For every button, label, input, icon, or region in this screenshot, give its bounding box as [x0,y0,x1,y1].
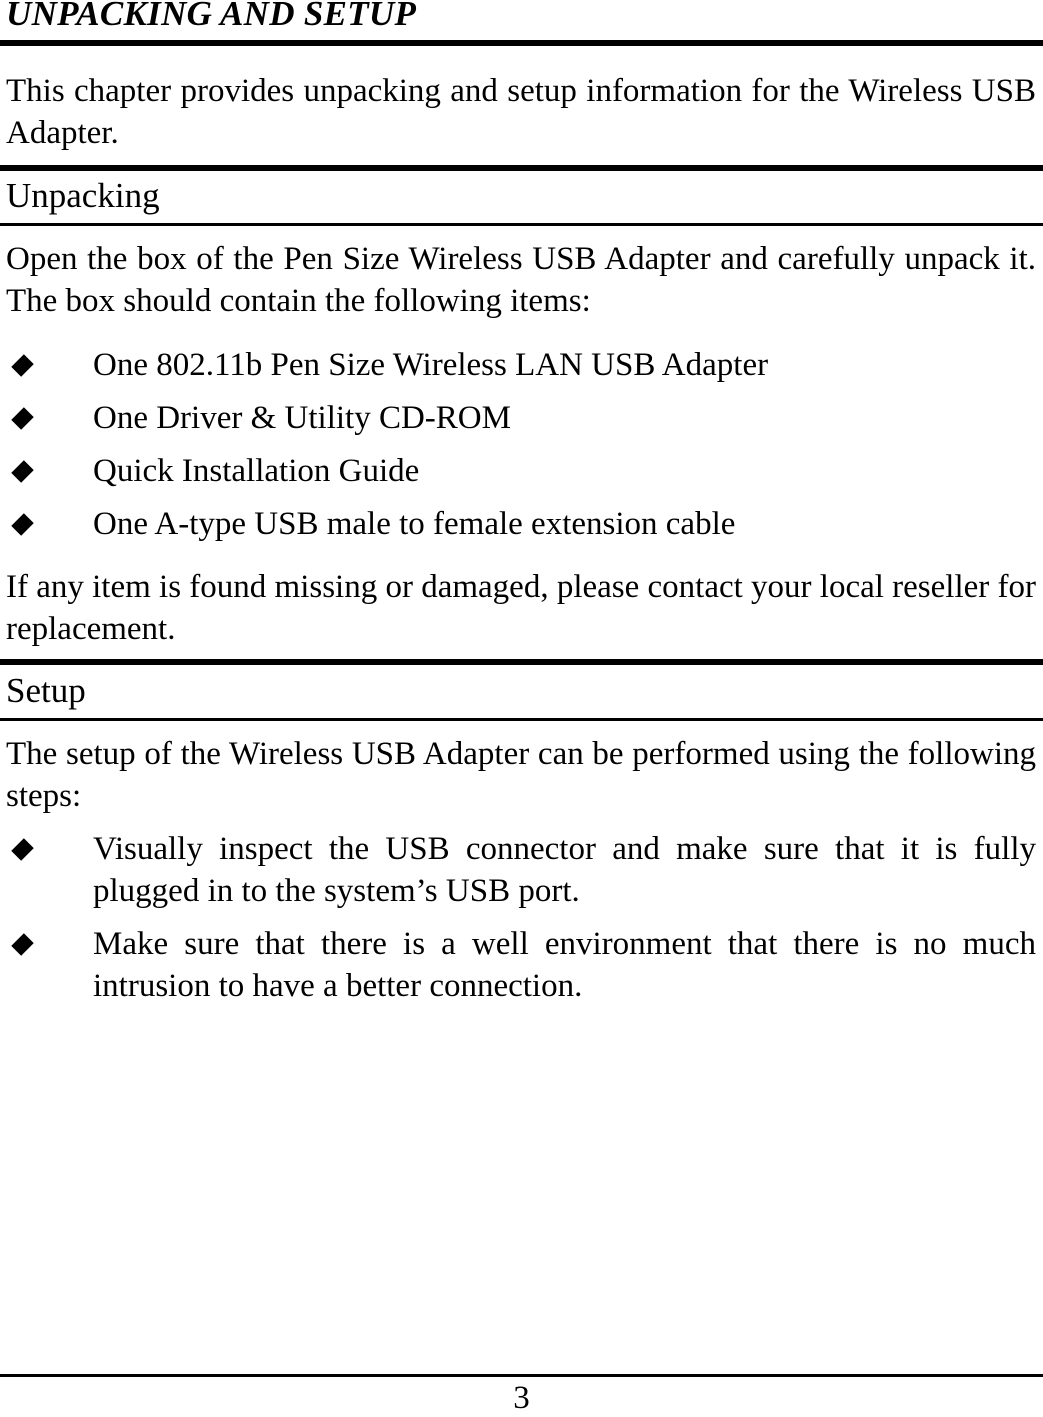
section-heading-underline [0,718,1043,721]
diamond-bullet-icon [11,838,34,861]
list-item: Quick Installation Guide [6,450,1036,492]
list-item: Visually inspect the USB connector and m… [6,828,1036,912]
unpacking-intro: Open the box of the Pen Size Wireless US… [6,241,1036,319]
list-item-text: Make sure that there is a well environme… [93,926,1036,1004]
footer-divider [0,1374,1043,1377]
diamond-bullet-icon [11,513,34,536]
list-item-text: One Driver & Utility CD-ROM [93,400,511,436]
list-item: One Driver & Utility CD-ROM [6,397,1036,439]
section-heading-setup: Setup [6,671,86,710]
title-divider [0,40,1043,46]
section-divider [0,659,1043,665]
list-item-text: One 802.11b Pen Size Wireless LAN USB Ad… [93,347,769,383]
list-item: One A-type USB male to female extension … [6,503,1036,545]
section-heading-unpacking: Unpacking [6,176,160,215]
chapter-intro: This chapter provides unpacking and setu… [6,73,1036,151]
diamond-bullet-icon [11,460,34,483]
list-item-text: One A-type USB male to female extension … [93,506,736,542]
list-item: One 802.11b Pen Size Wireless LAN USB Ad… [6,344,1036,386]
section-divider [0,165,1043,171]
list-item-text: Quick Installation Guide [93,453,420,489]
diamond-bullet-icon [11,354,34,377]
unpacking-note: If any item is found missing or damaged,… [6,569,1036,647]
list-item: Make sure that there is a well environme… [6,923,1036,1007]
chapter-title: UNPACKING AND SETUP [6,0,417,33]
page-number: 3 [513,1380,530,1416]
setup-intro: The setup of the Wireless USB Adapter ca… [6,736,1036,814]
section-heading-underline [0,223,1043,226]
diamond-bullet-icon [11,407,34,430]
diamond-bullet-icon [11,933,34,956]
list-item-text: Visually inspect the USB connector and m… [93,831,1036,909]
